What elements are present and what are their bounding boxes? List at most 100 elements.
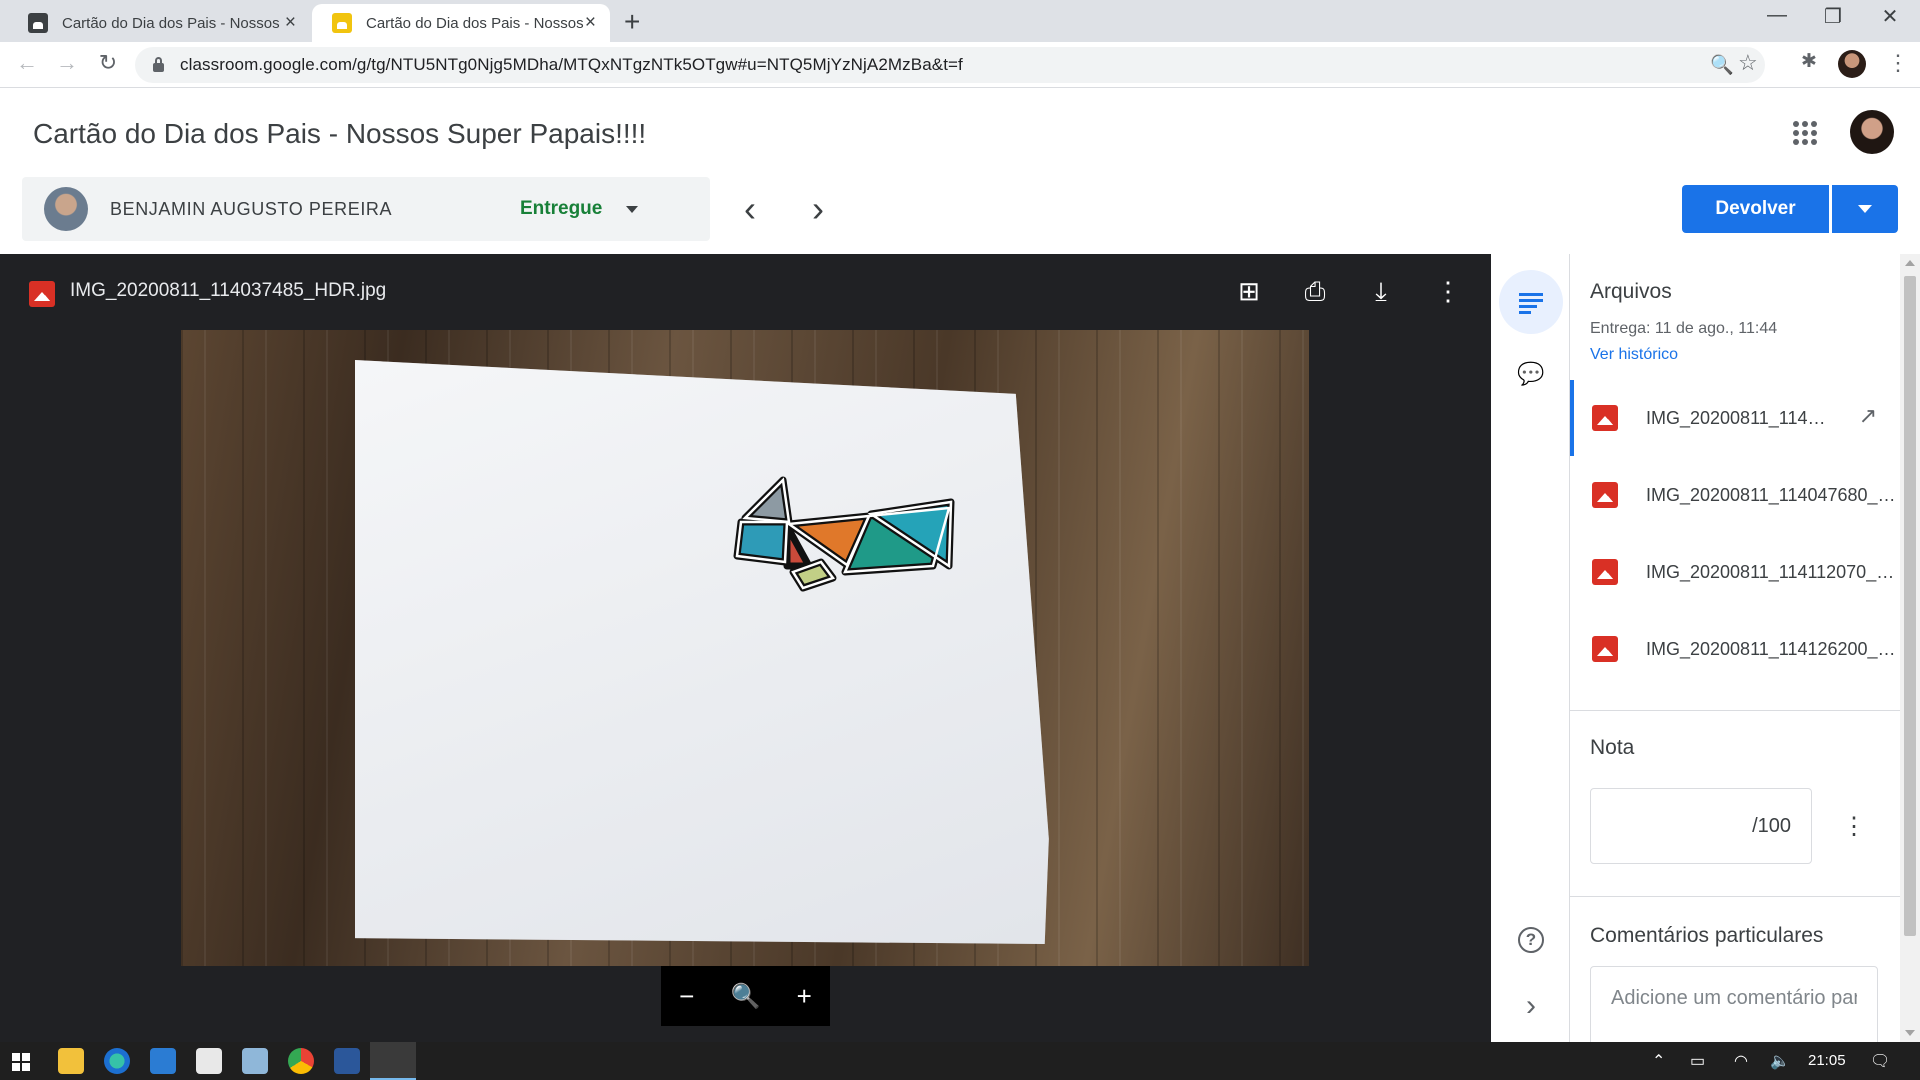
view-history-link[interactable]: Ver histórico [1590,346,1678,364]
new-tab-button[interactable]: + [624,6,640,38]
help-icon: ? [1518,927,1544,953]
page-title: Cartão do Dia dos Pais - Nossos Super Pa… [33,118,647,149]
browser-menu-icon[interactable]: ⋮ [1887,50,1909,76]
edge-browser-icon[interactable] [104,1048,130,1074]
close-window-button[interactable]: ✕ [1870,4,1910,29]
file-list-item[interactable]: IMG_20200811_114047680_HDR.jpg [1570,457,1900,533]
student-selector[interactable]: BENJAMIN AUGUSTO PEREIRA Entregue [22,177,710,241]
chevron-right-icon: › [1526,989,1536,1022]
open-in-new-window-icon[interactable]: ↗ [1844,403,1892,435]
scroll-up-arrow-icon[interactable] [1905,260,1915,266]
minimize-window-button[interactable]: — [1757,4,1797,27]
word-icon[interactable] [334,1048,360,1074]
panel-scrollbar[interactable] [1900,254,1920,1042]
windows-start-icon[interactable] [12,1053,30,1071]
scroll-down-arrow-icon[interactable] [1905,1030,1915,1036]
submitted-photo [181,330,1309,966]
tangram-drawing [733,476,955,592]
print-icon[interactable]: ⎙ [1298,276,1332,308]
more-options-icon[interactable]: ⋮ [1431,276,1465,307]
chrome-icon[interactable] [288,1048,314,1074]
help-button[interactable]: ? [1499,908,1563,972]
next-student-button[interactable]: › [812,188,824,230]
submission-panel: Arquivos Entrega: 11 de ago., 11:44 Ver … [1570,254,1900,1042]
files-heading: Arquivos [1590,280,1672,303]
tab-title: Cartão do Dia dos Pais - Nossos S [62,14,284,32]
mail-icon[interactable] [150,1048,176,1074]
return-options-button[interactable] [1832,185,1898,233]
scrollbar-thumb[interactable] [1904,276,1916,936]
clock[interactable]: 21:05 [1808,1052,1846,1069]
google-apps-icon[interactable] [1793,121,1817,145]
chrome-active-window-icon[interactable] [370,1042,416,1080]
forward-button[interactable]: → [52,50,82,76]
grade-input[interactable]: /100 [1590,788,1812,864]
classroom-favicon-icon [28,13,48,33]
zoom-controls: − 🔍 + [661,966,830,1026]
extensions-icon[interactable]: ✱ [1801,50,1817,73]
address-bar[interactable]: classroom.google.com/g/tg/NTU5NTg0Njg5MD… [135,47,1765,83]
browser-tab-active[interactable]: Cartão do Dia dos Pais - Nossos S × [312,4,610,42]
return-button[interactable]: Devolver [1682,185,1829,233]
store-icon[interactable] [196,1048,222,1074]
url-text: classroom.google.com/g/tg/NTU5NTg0Njg5MD… [180,55,963,74]
image-file-icon [1592,482,1618,508]
document-list-icon [1519,291,1543,314]
image-file-icon [1592,636,1618,662]
grade-denominator: /100 [1752,814,1791,837]
student-avatar [44,187,88,231]
back-button[interactable]: ← [12,50,42,76]
private-comment-field[interactable] [1590,966,1878,1042]
zoom-out-button[interactable]: − [679,981,694,1012]
files-tab-button[interactable] [1499,270,1563,334]
browser-toolbar: ← → ↻ classroom.google.com/g/tg/NTU5NTg0… [0,42,1920,88]
tab-title: Cartão do Dia dos Pais - Nossos S [366,14,588,32]
browser-tab[interactable]: Cartão do Dia dos Pais - Nossos S × [8,4,310,42]
image-file-icon [1592,559,1618,585]
file-name: IMG_20200811_114037485_HDR.jpg [1646,407,1826,428]
browser-tab-strip: Cartão do Dia dos Pais - Nossos S × Cart… [0,0,1920,42]
file-name: IMG_20200811_114126200_HDR.jpg [1646,638,1896,659]
chevron-down-icon [1858,205,1872,213]
volume-icon[interactable]: 🔈 [1770,1051,1790,1071]
grade-options-icon[interactable]: ⋮ [1842,812,1866,841]
zoom-icon[interactable]: 🔍 [1710,53,1734,77]
student-name: BENJAMIN AUGUSTO PEREIRA [110,198,393,219]
comment-icon: 💬 [1517,361,1545,386]
chevron-down-icon[interactable] [626,205,638,213]
previous-student-button[interactable]: ‹ [744,188,756,230]
download-icon[interactable]: ⤓ [1364,276,1398,308]
image-file-icon [1592,405,1618,431]
file-list-item[interactable]: IMG_20200811_114037485_HDR.jpg ↗ [1570,380,1900,456]
app-icon[interactable] [242,1048,268,1074]
comment-input[interactable] [1611,987,1857,1010]
maximize-window-button[interactable]: ❐ [1813,4,1853,29]
expand-panel-button[interactable]: › [1499,974,1563,1038]
lock-icon [153,56,164,72]
file-viewer: IMG_20200811_114037485_HDR.jpg ⊞ ⎙ ⤓ ⋮ −… [0,254,1491,1042]
divider [1570,710,1900,711]
close-tab-icon[interactable]: × [285,12,296,34]
bookmark-star-icon[interactable]: ☆ [1738,50,1758,76]
file-list-item[interactable]: IMG_20200811_114112070_HDR.jpg [1570,534,1900,610]
file-name: IMG_20200811_114112070_HDR.jpg [1646,561,1896,582]
battery-icon[interactable]: ▭ [1690,1051,1705,1071]
grade-heading: Nota [1590,736,1635,759]
status-badge: Entregue [520,198,603,219]
wifi-icon[interactable]: ◠ [1734,1051,1748,1071]
profile-avatar[interactable] [1838,50,1866,78]
zoom-in-button[interactable]: + [797,981,812,1012]
reload-button[interactable]: ↻ [93,50,123,76]
comments-tab-button[interactable]: 💬 [1499,342,1563,406]
submitted-timestamp: Entrega: 11 de ago., 11:44 [1590,320,1778,337]
classroom-favicon-icon [332,13,352,33]
close-tab-icon[interactable]: × [585,12,596,34]
add-comment-icon[interactable]: ⊞ [1232,276,1266,307]
show-hidden-icons-icon[interactable]: ⌃ [1652,1051,1665,1071]
account-avatar[interactable] [1850,110,1894,154]
file-explorer-icon[interactable] [58,1048,84,1074]
file-list-item[interactable]: IMG_20200811_114126200_HDR.jpg [1570,611,1900,687]
notifications-icon[interactable]: 🗨 [1870,1051,1890,1071]
image-file-icon [29,281,55,307]
private-comments-heading: Comentários particulares [1590,924,1824,947]
